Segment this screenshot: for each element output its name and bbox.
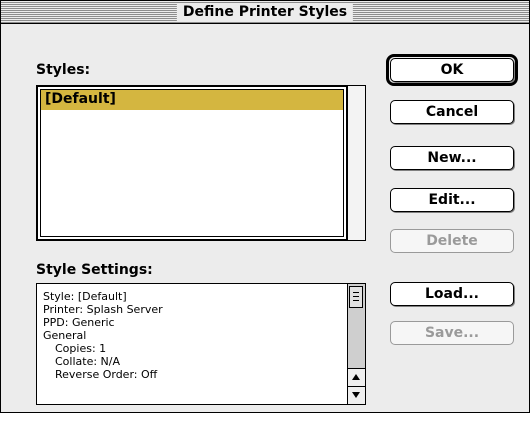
settings-scrollbar[interactable] (347, 284, 365, 404)
settings-line: Printer: Splash Server (43, 303, 163, 316)
ok-button[interactable]: OK (390, 58, 514, 82)
styles-list-scrollbar[interactable] (347, 86, 365, 240)
scroll-thumb-grip-icon[interactable] (349, 286, 363, 308)
save-button[interactable]: Save... (390, 321, 514, 345)
style-settings-box: Style: [Default] Printer: Splash Server … (36, 283, 366, 405)
delete-button[interactable]: Delete (390, 229, 514, 253)
style-settings-text: Style: [Default] Printer: Splash Server … (43, 290, 163, 381)
settings-line: Copies: 1 (55, 342, 107, 355)
window-title: Define Printer Styles (176, 3, 354, 21)
settings-line: Reverse Order: Off (55, 368, 158, 381)
styles-listbox-inner: [Default] (40, 89, 344, 237)
styles-label: Styles: (36, 62, 91, 78)
settings-line: Style: [Default] (43, 290, 127, 303)
styles-list[interactable]: [Default] (36, 85, 366, 241)
edit-button[interactable]: Edit... (390, 188, 514, 212)
load-button[interactable]: Load... (390, 282, 514, 306)
list-item-default[interactable]: [Default] (41, 90, 343, 110)
list-item-label: [Default] (45, 91, 116, 107)
styles-listbox[interactable]: [Default] (37, 86, 347, 240)
cancel-button[interactable]: Cancel (390, 100, 514, 124)
dialog-window: Define Printer Styles Styles: [Default] … (0, 0, 530, 413)
style-settings-label: Style Settings: (36, 262, 153, 278)
new-button[interactable]: New... (390, 146, 514, 170)
title-bar[interactable]: Define Printer Styles (1, 1, 529, 24)
settings-line: General (43, 329, 87, 342)
scroll-down-arrow-icon[interactable] (348, 386, 365, 404)
scroll-up-arrow-icon[interactable] (348, 368, 365, 386)
settings-line: PPD: Generic (43, 316, 115, 329)
settings-line: Collate: N/A (55, 355, 121, 368)
